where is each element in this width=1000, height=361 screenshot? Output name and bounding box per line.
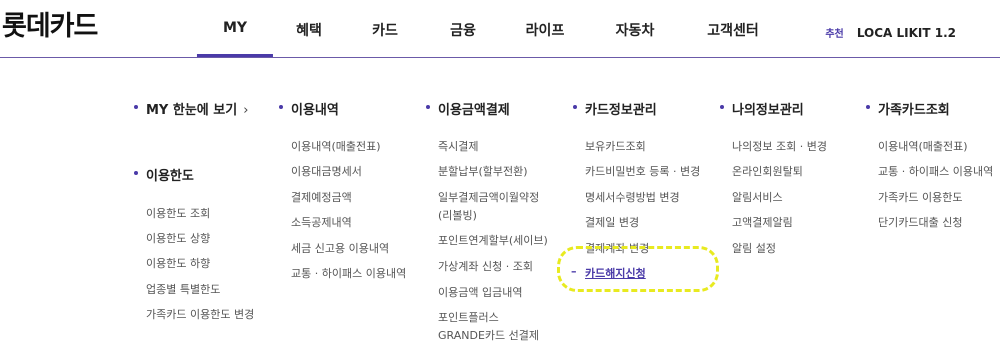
menu-item[interactable]: 일부결제금액이월약정 bbox=[438, 189, 539, 205]
gnb-my[interactable]: MY bbox=[196, 20, 274, 57]
menu-item[interactable]: 이용한도 하향 bbox=[146, 255, 210, 271]
loca-likit-link[interactable]: LOCA LIKIT 1.2 bbox=[857, 26, 956, 40]
menu-item[interactable]: 알림 설정 bbox=[732, 240, 776, 256]
menu-item[interactable]: 업종별 특별한도 bbox=[146, 281, 220, 297]
menu-item[interactable]: 소득공제내역 bbox=[291, 214, 352, 230]
menu-item[interactable]: 가상계좌 신청 · 조회 bbox=[438, 258, 533, 274]
menu-item[interactable]: 세금 신고용 이용내역 bbox=[291, 240, 389, 256]
menu-item[interactable]: 결제계좌 변경 bbox=[585, 240, 649, 256]
gnb-car[interactable]: 자동차 bbox=[616, 20, 655, 40]
menu-item[interactable]: 이용한도 상향 bbox=[146, 230, 210, 246]
global-header: 롯데카드 MY 혜택 카드 금융 라이프 자동차 고객센터 추천 LOCA LI… bbox=[0, 0, 1000, 58]
menu-item[interactable]: 이용내역(매출전표) bbox=[878, 138, 968, 154]
menu-item[interactable]: 즉시결제 bbox=[438, 138, 478, 154]
chevron-right-icon: › bbox=[243, 103, 249, 118]
category-my-info[interactable]: 나의정보관리 bbox=[720, 99, 804, 118]
gnb-card[interactable]: 카드 bbox=[372, 20, 398, 40]
menu-item[interactable]: 가족카드 이용한도 bbox=[878, 189, 962, 205]
menu-item[interactable]: 보유카드조회 bbox=[585, 138, 646, 154]
menu-item[interactable]: 포인트연계할부(세이브) bbox=[438, 232, 548, 248]
menu-item[interactable]: 나의정보 조회 · 변경 bbox=[732, 138, 827, 154]
menu-item-continued[interactable]: GRANDE카드 선결제 bbox=[438, 327, 539, 343]
menu-item[interactable]: 이용한도 조회 bbox=[146, 205, 210, 221]
category-label: MY 한눈에 보기 bbox=[146, 103, 238, 118]
lotte-card-logo[interactable]: 롯데카드 bbox=[2, 4, 98, 43]
recommend-badge: 추천 bbox=[825, 29, 844, 40]
utility-links: 추천 LOCA LIKIT 1.2 bbox=[825, 22, 956, 41]
menu-item[interactable]: 알림서비스 bbox=[732, 189, 783, 205]
menu-item[interactable]: 교통 · 하이패스 이용내역 bbox=[291, 265, 406, 281]
menu-item[interactable]: 명세서수령방법 변경 bbox=[585, 189, 680, 205]
menu-item-continued[interactable]: (리볼빙) bbox=[438, 207, 477, 223]
menu-item[interactable]: 가족카드 이용한도 변경 bbox=[146, 306, 254, 322]
gnb-finance[interactable]: 금융 bbox=[450, 20, 476, 40]
menu-item[interactable]: 단기카드대출 신청 bbox=[878, 214, 962, 230]
category-payment[interactable]: 이용금액결제 bbox=[426, 99, 510, 118]
menu-item[interactable]: 이용대금명세서 bbox=[291, 163, 362, 179]
menu-item[interactable]: 이용내역(매출전표) bbox=[291, 138, 381, 154]
category-my-overview[interactable]: MY 한눈에 보기 › bbox=[133, 99, 249, 118]
gnb-life[interactable]: 라이프 bbox=[526, 20, 565, 40]
menu-item[interactable]: 교통 · 하이패스 이용내역 bbox=[878, 163, 993, 179]
menu-item[interactable]: 카드비밀번호 등록 · 변경 bbox=[585, 163, 700, 179]
gnb-benefits[interactable]: 혜택 bbox=[296, 20, 322, 40]
menu-item[interactable]: 고액결제알림 bbox=[732, 214, 793, 230]
menu-item[interactable]: 이용금액 입금내역 bbox=[438, 284, 522, 300]
category-family-card[interactable]: 가족카드조회 bbox=[866, 99, 950, 118]
menu-item[interactable]: 결제일 변경 bbox=[585, 214, 639, 230]
menu-item[interactable]: 포인트플러스 bbox=[438, 309, 499, 325]
card-cancellation-link[interactable]: 카드해지신청 bbox=[571, 265, 646, 281]
menu-item[interactable]: 결제예정금액 bbox=[291, 189, 352, 205]
gnb-customer-center[interactable]: 고객센터 bbox=[707, 20, 759, 40]
category-usage-history[interactable]: 이용내역 bbox=[279, 99, 339, 118]
category-usage-limit[interactable]: 이용한도 bbox=[134, 165, 194, 184]
menu-item[interactable]: 분할납부(할부전환) bbox=[438, 163, 528, 179]
category-card-info[interactable]: 카드정보관리 bbox=[573, 99, 657, 118]
menu-item[interactable]: 온라인회원탈퇴 bbox=[732, 163, 803, 179]
